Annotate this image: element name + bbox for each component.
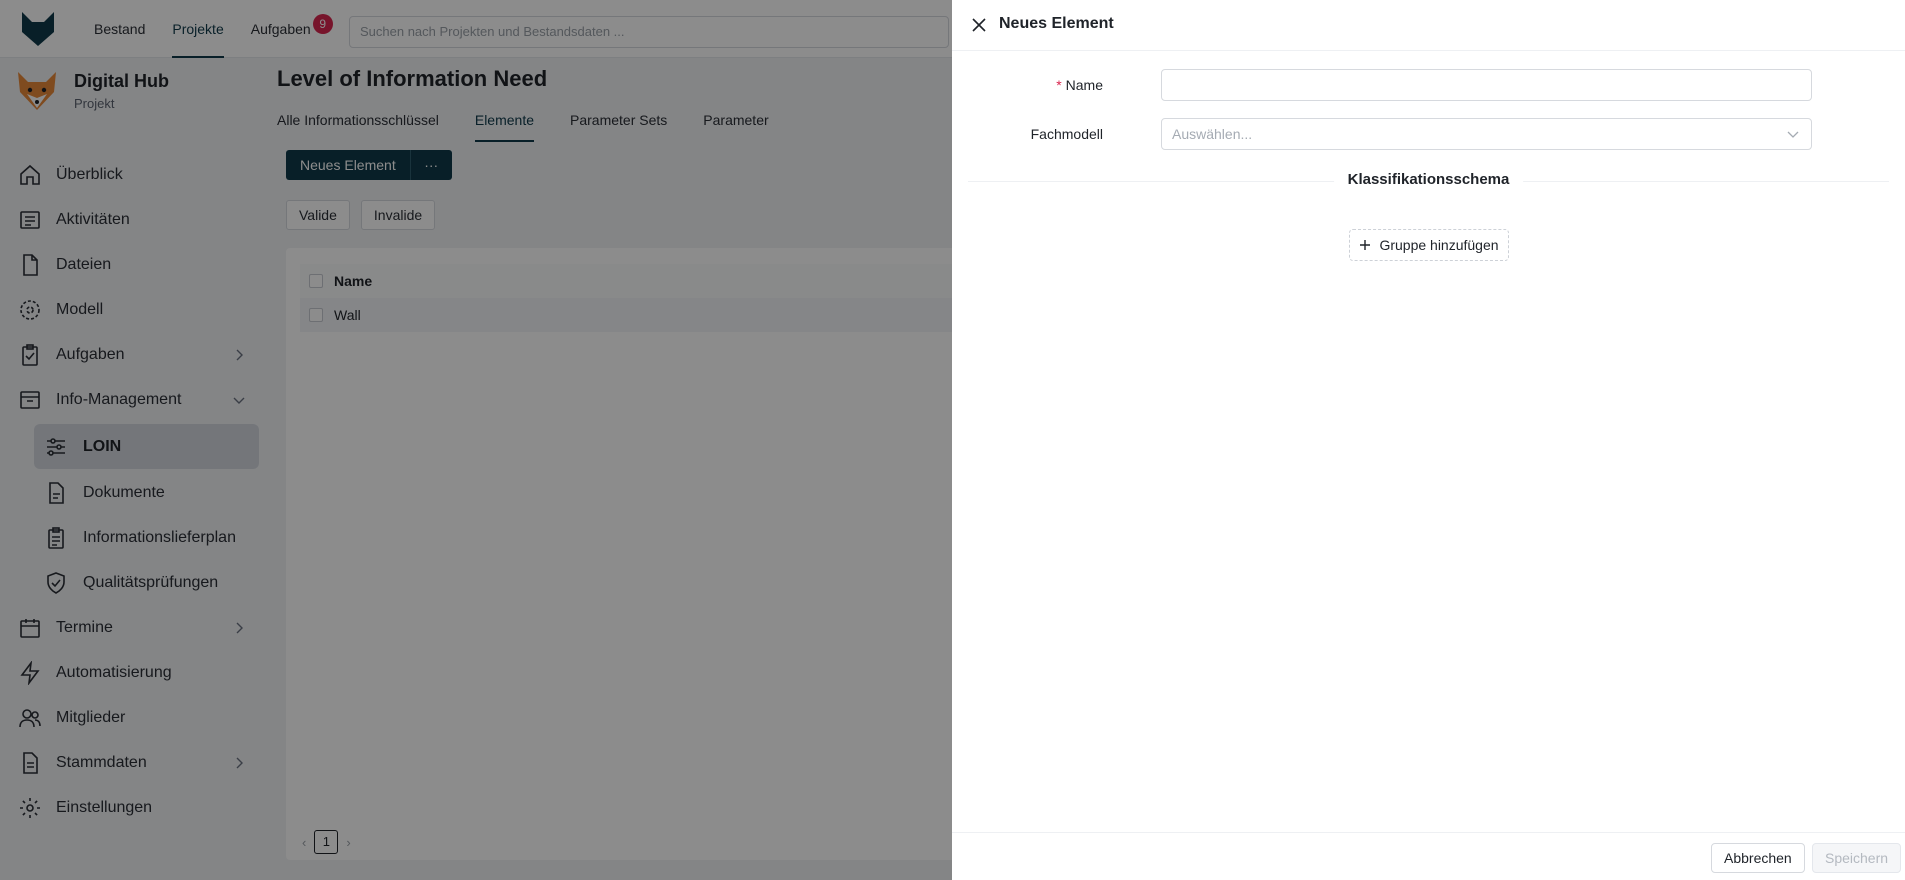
name-form-row: * Name [952,69,1905,101]
name-label-text: Name [1065,77,1103,93]
fachmodell-label: Fachmodell [1030,126,1103,142]
fachmodell-placeholder: Auswählen... [1172,126,1253,142]
add-group-label: Gruppe hinzufügen [1379,237,1499,253]
drawer-footer: Abbrechen Speichern [952,832,1905,880]
cancel-button[interactable]: Abbrechen [1711,843,1805,873]
drawer-header: Neues Element [952,0,1905,51]
close-icon[interactable] [970,16,988,34]
name-input[interactable] [1161,69,1812,101]
section-title: Klassifikationsschema [1333,171,1524,188]
name-label: * Name [1056,69,1103,101]
chevron-down-icon [1787,131,1799,138]
plus-icon [1360,240,1371,250]
add-group-button[interactable]: Gruppe hinzufügen [1349,229,1509,261]
required-mark: * [1056,77,1062,93]
fachmodell-form-row: Fachmodell Auswählen... [952,118,1905,150]
save-button[interactable]: Speichern [1812,843,1902,873]
classification-section: Klassifikationsschema [968,171,1889,191]
fachmodell-select[interactable]: Auswählen... [1161,118,1812,150]
new-element-drawer: Neues Element * Name Fachmodell Auswählen… [952,0,1905,880]
drawer-title: Neues Element [999,15,1114,32]
